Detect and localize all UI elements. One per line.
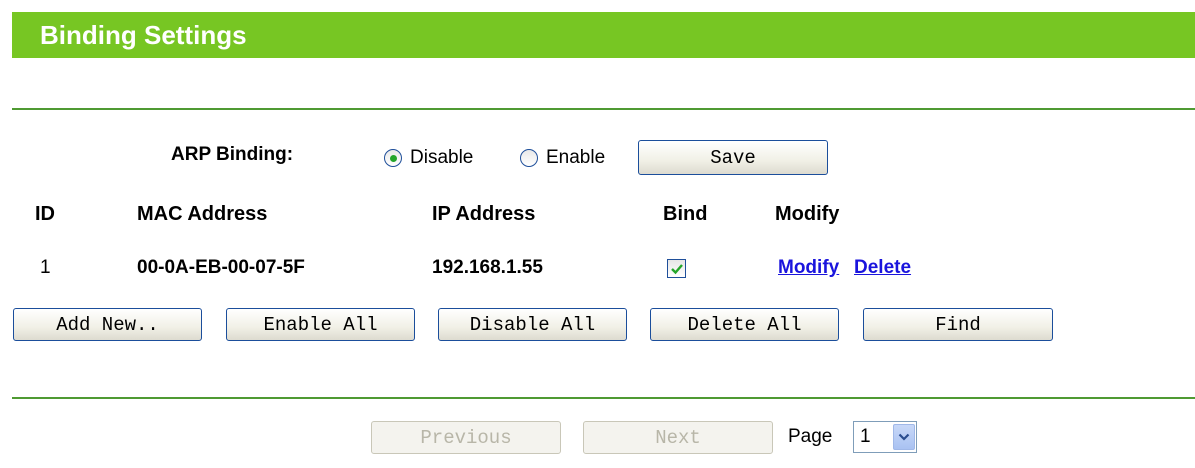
modify-link[interactable]: Modify (778, 257, 839, 279)
add-new-button[interactable]: Add New.. (13, 308, 202, 341)
arp-disable-radio[interactable] (384, 149, 402, 167)
divider-top (12, 108, 1195, 110)
checkmark-icon (670, 263, 683, 274)
row-id: 1 (40, 257, 51, 278)
arp-disable-label: Disable (410, 147, 474, 168)
arp-enable-radio[interactable] (520, 149, 538, 167)
column-header-modify: Modify (775, 203, 840, 225)
page-label: Page (788, 426, 833, 447)
arp-disable-option[interactable]: Disable (384, 146, 473, 170)
enable-all-button[interactable]: Enable All (226, 308, 415, 341)
disable-all-button[interactable]: Disable All (438, 308, 627, 341)
previous-button[interactable]: Previous (371, 421, 561, 454)
row-mac-address: 00-0A-EB-00-07-5F (137, 257, 305, 278)
save-button[interactable]: Save (638, 140, 828, 175)
column-header-mac: MAC Address (137, 203, 268, 225)
column-header-id: ID (35, 203, 55, 225)
title-bar: Binding Settings (12, 12, 1195, 58)
bind-checkbox[interactable] (667, 259, 686, 278)
next-button[interactable]: Next (583, 421, 773, 454)
arp-enable-label: Enable (546, 147, 606, 168)
column-header-ip: IP Address (432, 203, 536, 225)
page-select-value: 1 (860, 426, 871, 447)
delete-all-button[interactable]: Delete All (650, 308, 839, 341)
row-ip-address: 192.168.1.55 (432, 257, 543, 278)
arp-enable-option[interactable]: Enable (520, 146, 605, 170)
arp-binding-label: ARP Binding: (171, 144, 294, 165)
delete-link[interactable]: Delete (854, 257, 911, 279)
divider-bottom (12, 397, 1195, 399)
find-button[interactable]: Find (863, 308, 1053, 341)
column-header-bind: Bind (663, 203, 708, 225)
chevron-down-icon[interactable] (893, 424, 915, 450)
page-title: Binding Settings (40, 20, 247, 50)
page-select[interactable]: 1 (853, 421, 917, 453)
